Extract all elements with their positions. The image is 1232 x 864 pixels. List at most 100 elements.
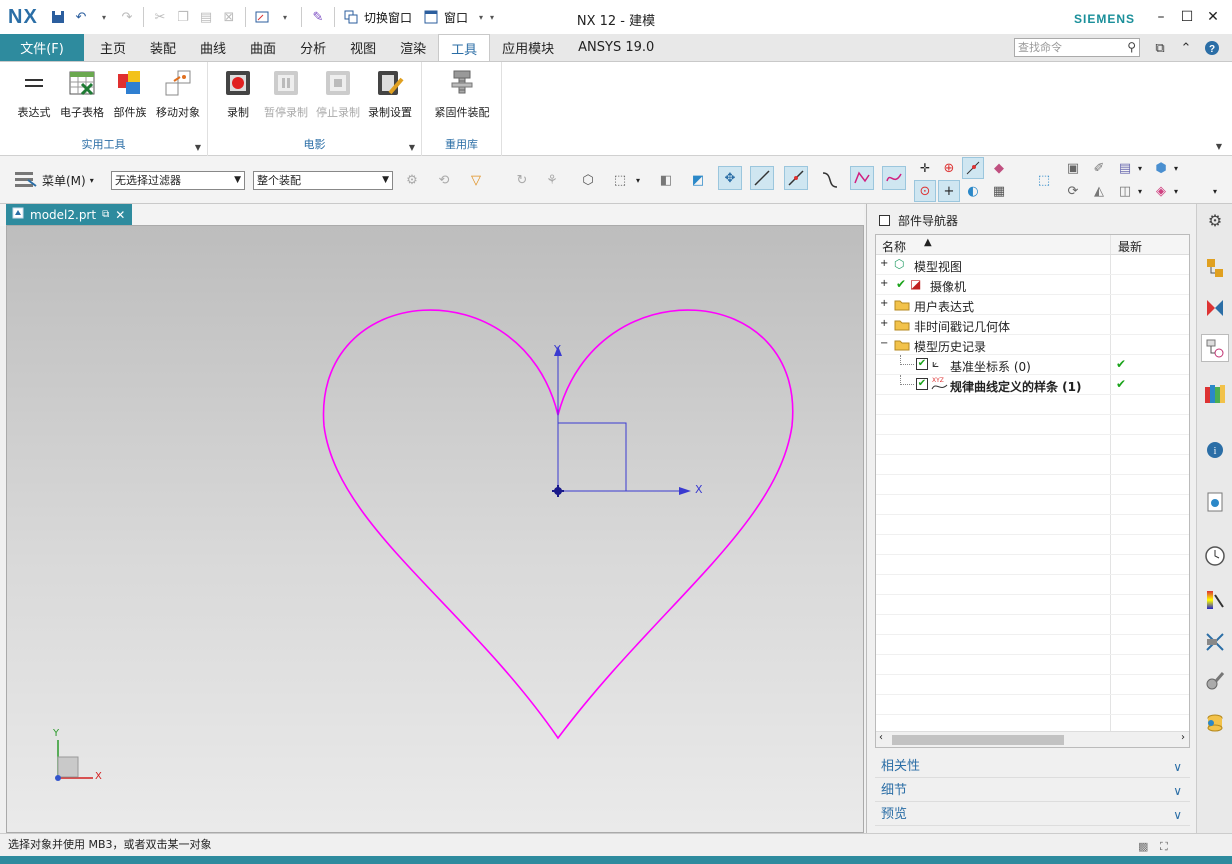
dependencies-panel[interactable]: 相关性 ∨: [875, 756, 1190, 778]
tab-tools[interactable]: 工具: [438, 34, 491, 61]
circle-center-icon[interactable]: ⊕: [938, 157, 960, 179]
tree-row-law-curve-spline[interactable]: ✔ XYZ 规律曲线定义的样条 (1) ✔: [876, 375, 1189, 395]
customize-qat-icon[interactable]: ▾: [488, 7, 496, 27]
move-object-button[interactable]: 移动对象: [152, 66, 204, 120]
layer-dropdown-icon[interactable]: ▾: [1134, 157, 1146, 179]
render-style-icon[interactable]: ◩: [686, 168, 710, 192]
visibility-checkbox[interactable]: ✔: [916, 378, 928, 390]
recording-settings-button[interactable]: 录制设置: [364, 66, 416, 120]
tab-home[interactable]: 主页: [88, 34, 138, 61]
cut-icon[interactable]: ✂: [150, 7, 170, 27]
sketch-dropdown-icon[interactable]: ▾: [275, 7, 295, 27]
switch-window-icon[interactable]: [341, 7, 361, 27]
tab-application[interactable]: 应用模块: [490, 34, 566, 61]
save-icon[interactable]: [48, 7, 68, 27]
search-icon[interactable]: ⚲: [1127, 39, 1136, 56]
record-button[interactable]: 录制: [212, 66, 264, 120]
face-icon[interactable]: ◆: [988, 157, 1010, 179]
tree-row-model-views[interactable]: + ⬡ 模型视图: [876, 255, 1189, 275]
part-family-button[interactable]: 部件族: [104, 66, 156, 120]
tree-row-datum-csys[interactable]: ✔ ⟀ 基准坐标系 (0) ✔: [876, 355, 1189, 375]
spreadsheet-button[interactable]: 电子表格: [56, 66, 108, 120]
preview-panel[interactable]: 预览 ∨: [875, 804, 1190, 826]
render-mode-icon[interactable]: ◭: [1088, 180, 1110, 202]
ribbon-more-icon[interactable]: ▼: [1216, 142, 1222, 151]
rotate-icon[interactable]: ⟳: [1062, 180, 1084, 202]
menu-button[interactable]: 菜单(M) ▾: [14, 170, 94, 191]
expand-icon[interactable]: +: [880, 298, 888, 309]
tree-row-non-timestamp-geometry[interactable]: + 非时间戳记几何体: [876, 315, 1189, 335]
edit-object-dropdown-icon[interactable]: ▾: [1170, 180, 1182, 202]
show-hide-dropdown-icon[interactable]: ▾: [1134, 180, 1146, 202]
edit-object-display-icon[interactable]: ◈: [1150, 180, 1172, 202]
tab-analysis[interactable]: 分析: [288, 34, 338, 61]
maximize-icon[interactable]: ☐: [1176, 6, 1198, 28]
part-navigator-icon[interactable]: [1201, 334, 1229, 362]
minimize-icon[interactable]: –: [1150, 6, 1172, 28]
hd3d-tools-icon[interactable]: i: [1201, 434, 1229, 462]
group-more-icon[interactable]: ▼: [195, 143, 201, 152]
expression-button[interactable]: 表达式: [8, 66, 60, 120]
delete-icon[interactable]: ⊠: [219, 7, 239, 27]
paste-icon[interactable]: ▤: [196, 7, 216, 27]
select-all-icon[interactable]: ⬡: [576, 168, 600, 192]
expand-icon[interactable]: +: [880, 278, 888, 289]
relations-icon[interactable]: ↻: [510, 168, 534, 192]
redo-icon[interactable]: ↷: [117, 7, 137, 27]
assembly-navigator-icon[interactable]: [1201, 254, 1229, 282]
stop-recording-button[interactable]: 停止录制: [312, 66, 364, 120]
solid-display-dropdown-icon[interactable]: ▾: [1170, 157, 1182, 179]
part-select-icon[interactable]: ⚘: [540, 168, 564, 192]
scroll-thumb[interactable]: [892, 735, 1064, 745]
sketch-icon[interactable]: [252, 7, 272, 27]
undo-icon[interactable]: ↶: [71, 7, 91, 27]
tree-row-model-history[interactable]: − 模型历史记录: [876, 335, 1189, 355]
grid-icon[interactable]: ▦: [988, 180, 1010, 202]
tab-assemblies[interactable]: 装配: [138, 34, 188, 61]
layer-settings-icon[interactable]: ▤: [1114, 157, 1136, 179]
visibility-checkbox[interactable]: ✔: [916, 358, 928, 370]
window-icon[interactable]: [421, 7, 441, 27]
expand-icon[interactable]: +: [880, 318, 888, 329]
tree-row-cameras[interactable]: + ✔ ◪ 摄像机: [876, 275, 1189, 295]
reset-filter-icon[interactable]: ⟲: [432, 168, 456, 192]
graphics-window[interactable]: Y X Y X: [6, 225, 864, 833]
curve-icon[interactable]: [818, 168, 842, 192]
point-icon[interactable]: ✛: [914, 157, 936, 179]
scroll-right-icon[interactable]: ›: [1181, 732, 1185, 743]
web-browser-icon[interactable]: [1201, 488, 1229, 516]
collapse-ribbon-icon[interactable]: ⌃: [1176, 38, 1196, 58]
history-icon[interactable]: [1201, 542, 1229, 570]
tree-row-user-expressions[interactable]: + 用户表达式: [876, 295, 1189, 315]
command-search-input[interactable]: 查找命令 ⚲: [1014, 38, 1140, 57]
navigator-pin-checkbox[interactable]: [879, 215, 890, 226]
expand-icon[interactable]: +: [880, 258, 888, 269]
tab-surface[interactable]: 曲面: [238, 34, 288, 61]
tab-file[interactable]: 文件(F): [0, 34, 84, 61]
snap-point-icon[interactable]: ✥: [718, 166, 742, 190]
selection-scope-status-icon[interactable]: ▩: [1138, 836, 1148, 857]
window-dropdown-icon[interactable]: ▾: [477, 7, 485, 27]
constraint-navigator-icon[interactable]: [1201, 294, 1229, 322]
gear-icon[interactable]: ⚙: [1201, 206, 1229, 234]
surface-point-icon[interactable]: ◐: [962, 180, 984, 202]
rectangle-select-dropdown-icon[interactable]: ▾: [632, 168, 644, 192]
collapse-icon[interactable]: −: [880, 338, 888, 349]
document-tab[interactable]: model2.prt ⧉ ✕: [6, 204, 132, 225]
details-panel[interactable]: 细节 ∨: [875, 780, 1190, 802]
role-icon[interactable]: [1201, 708, 1229, 736]
tab-view[interactable]: 视图: [338, 34, 388, 61]
selection-scope-select[interactable]: 整个装配 ▼: [253, 171, 393, 190]
horizontal-scrollbar[interactable]: ‹ ›: [876, 731, 1189, 747]
switch-window-button[interactable]: 切换窗口: [364, 9, 412, 26]
column-latest-header[interactable]: 最新: [1118, 238, 1142, 255]
toolbar-more-icon[interactable]: ▾: [1208, 180, 1222, 202]
reuse-library-icon[interactable]: [1201, 380, 1229, 408]
column-name-header[interactable]: 名称: [882, 238, 906, 255]
line-icon[interactable]: [750, 166, 774, 190]
orient-icon[interactable]: ✐: [1088, 157, 1110, 179]
touch-mode-icon[interactable]: ✎: [308, 7, 328, 27]
shaded-view-icon[interactable]: ◧: [654, 168, 678, 192]
tab-render[interactable]: 渲染: [388, 34, 438, 61]
solid-display-icon[interactable]: ⬢: [1150, 157, 1172, 179]
